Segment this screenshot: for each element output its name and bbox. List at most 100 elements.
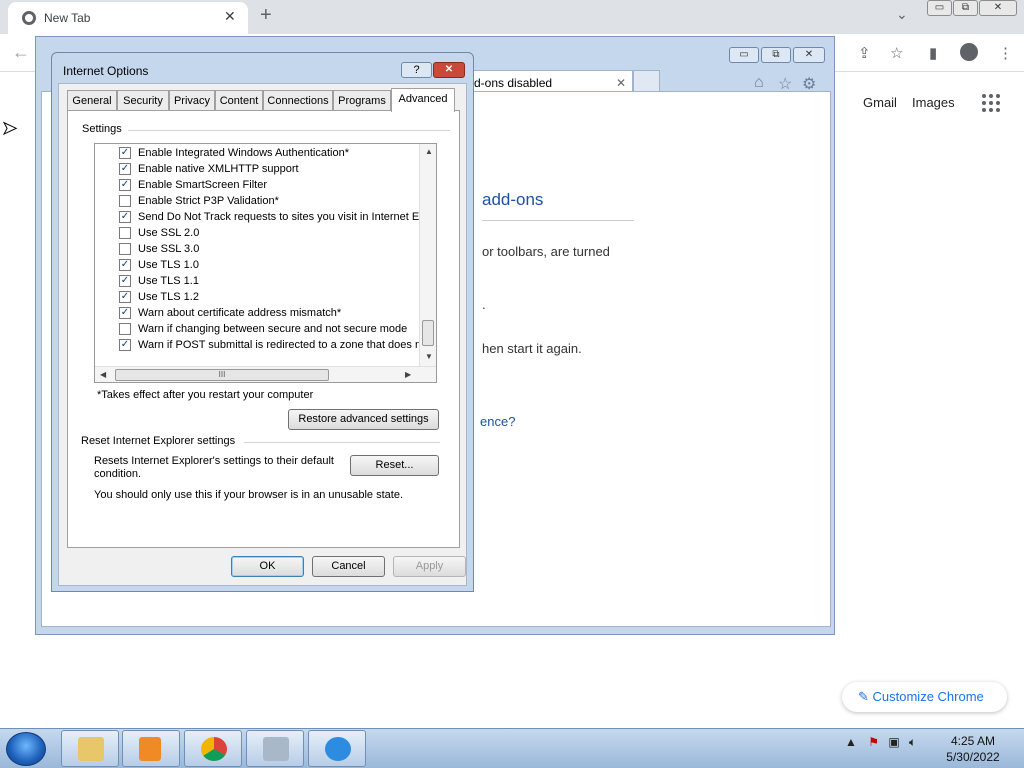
reset-button[interactable]: Reset...: [350, 455, 439, 476]
setting-checkbox[interactable]: ✓: [119, 307, 131, 319]
dialog-body: General Security Privacy Content Connect…: [58, 83, 467, 586]
advanced-setting-row[interactable]: Use SSL 2.0: [95, 225, 419, 241]
side-panel-icon[interactable]: ▮: [929, 44, 937, 62]
setting-checkbox[interactable]: [119, 195, 131, 207]
scroll-right-arrow-icon[interactable]: ▶: [405, 370, 411, 379]
reset-description: Resets Internet Explorer's settings to t…: [94, 455, 334, 480]
horizontal-scroll-thumb[interactable]: III: [115, 369, 329, 381]
tab-advanced[interactable]: Advanced: [391, 88, 455, 112]
profile-avatar-icon[interactable]: [960, 43, 978, 61]
chrome-close-button[interactable]: ✕: [979, 0, 1017, 16]
pencil-icon: ✎: [858, 689, 873, 704]
reset-group-divider: [244, 442, 440, 443]
advanced-setting-row[interactable]: Enable Strict P3P Validation*: [95, 193, 419, 209]
setting-label: Use TLS 1.2: [138, 291, 199, 303]
setting-label: Use SSL 3.0: [138, 243, 200, 255]
restore-advanced-settings-button[interactable]: Restore advanced settings: [288, 409, 439, 430]
taskbar-chrome[interactable]: [184, 730, 242, 767]
advanced-setting-row[interactable]: Warn if changing between secure and not …: [95, 321, 419, 337]
tab-connections[interactable]: Connections: [263, 90, 333, 111]
setting-checkbox[interactable]: ✓: [119, 275, 131, 287]
setting-label: Warn if POST submittal is redirected to …: [138, 339, 419, 351]
setting-label: Enable native XMLHTTP support: [138, 163, 299, 175]
ie-text-line-2: .: [482, 297, 486, 312]
advanced-setting-row[interactable]: ✓ Enable SmartScreen Filter: [95, 177, 419, 193]
ie-minimize-button[interactable]: ▭: [729, 47, 759, 63]
customize-chrome-label: Customize Chrome: [872, 689, 984, 704]
chrome-restore-button[interactable]: ⧉: [953, 0, 978, 16]
advanced-setting-row[interactable]: ✓ Send Do Not Track requests to sites you…: [95, 209, 419, 225]
setting-checkbox[interactable]: ✓: [119, 259, 131, 271]
apply-button[interactable]: Apply: [393, 556, 466, 577]
setting-checkbox[interactable]: [119, 323, 131, 335]
setting-checkbox[interactable]: ✓: [119, 179, 131, 191]
dialog-close-button[interactable]: ✕: [433, 62, 465, 78]
home-icon[interactable]: ⌂: [754, 74, 764, 92]
folder-icon: [78, 737, 104, 761]
volume-icon[interactable]: 🔈︎: [909, 735, 916, 749]
advanced-setting-row[interactable]: ✓ Warn if POST submittal is redirected to…: [95, 337, 419, 353]
scroll-left-arrow-icon[interactable]: ◀: [100, 370, 106, 379]
start-button-windows-logo-icon[interactable]: [6, 732, 46, 766]
chrome-menu-icon[interactable]: ⋮: [998, 44, 1013, 62]
setting-label: Use TLS 1.0: [138, 259, 199, 271]
advanced-settings-list[interactable]: ✓ Enable Integrated Windows Authenticatio…: [94, 143, 437, 383]
action-center-flag-icon[interactable]: ⚑: [868, 735, 879, 749]
setting-checkbox[interactable]: [119, 227, 131, 239]
share-icon[interactable]: ⇪: [858, 44, 871, 62]
customize-chrome-button[interactable]: ✎ Customize Chrome: [842, 682, 1007, 712]
ie-close-button[interactable]: ✕: [793, 47, 825, 63]
setting-checkbox[interactable]: [119, 243, 131, 255]
horizontal-scrollbar[interactable]: ◀ III ▶: [95, 366, 436, 382]
tab-privacy[interactable]: Privacy: [169, 90, 215, 111]
advanced-setting-row[interactable]: ✓ Warn about certificate address mismatch…: [95, 305, 419, 321]
advanced-tab-panel: Settings ✓ Enable Integrated Windows Auth…: [67, 110, 460, 548]
chrome-tab-close-icon[interactable]: ✕: [224, 8, 236, 25]
setting-checkbox[interactable]: ✓: [119, 339, 131, 351]
tab-security[interactable]: Security: [117, 90, 169, 111]
scroll-up-arrow-icon[interactable]: ▲: [425, 147, 433, 156]
chrome-tab-new-tab[interactable]: New Tab ✕: [8, 2, 248, 34]
advanced-setting-row[interactable]: ✓ Use TLS 1.2: [95, 289, 419, 305]
setting-checkbox[interactable]: ✓: [119, 163, 131, 175]
google-apps-icon[interactable]: [982, 94, 1000, 112]
ie-page-heading: add-ons: [482, 190, 544, 209]
advanced-setting-row[interactable]: ✓ Use TLS 1.0: [95, 257, 419, 273]
taskbar-clock[interactable]: 4:25 AM 5/30/2022: [938, 733, 1008, 765]
ie-restore-button[interactable]: ⧉: [761, 47, 791, 63]
scroll-down-arrow-icon[interactable]: ▼: [425, 352, 433, 361]
back-arrow-icon[interactable]: ←: [12, 42, 30, 63]
advanced-setting-row[interactable]: ✓ Use TLS 1.1: [95, 273, 419, 289]
ie-help-link[interactable]: ence?: [480, 414, 515, 429]
bookmark-star-icon[interactable]: ☆: [890, 44, 903, 62]
images-link[interactable]: Images: [912, 95, 955, 110]
advanced-setting-row[interactable]: Use SSL 3.0: [95, 241, 419, 257]
setting-checkbox[interactable]: ✓: [119, 147, 131, 159]
taskbar-settings-tool[interactable]: [246, 730, 304, 767]
mouse-cursor-icon: ➤: [1, 118, 18, 139]
tab-search-chevron-icon[interactable]: ⌄: [896, 6, 908, 23]
ok-button[interactable]: OK: [231, 556, 304, 577]
taskbar-media-player[interactable]: [122, 730, 180, 767]
advanced-setting-row[interactable]: ✓ Enable native XMLHTTP support: [95, 161, 419, 177]
taskbar-explorer[interactable]: [61, 730, 119, 767]
vertical-scrollbar[interactable]: ▲ ▼: [419, 144, 436, 366]
show-hidden-icons-icon[interactable]: ▲: [845, 735, 857, 749]
tab-programs[interactable]: Programs: [333, 90, 391, 111]
gmail-link[interactable]: Gmail: [863, 95, 897, 110]
chrome-icon: [201, 737, 227, 761]
setting-checkbox[interactable]: ✓: [119, 211, 131, 223]
vertical-scroll-thumb[interactable]: [422, 320, 434, 346]
setting-label: Send Do Not Track requests to sites you …: [138, 211, 419, 223]
cancel-button[interactable]: Cancel: [312, 556, 385, 577]
advanced-setting-row[interactable]: ✓ Enable Integrated Windows Authenticatio…: [95, 145, 419, 161]
taskbar-internet-explorer[interactable]: [308, 730, 366, 767]
tab-content[interactable]: Content: [215, 90, 263, 111]
setting-checkbox[interactable]: ✓: [119, 291, 131, 303]
new-tab-button[interactable]: +: [260, 4, 272, 27]
tab-general[interactable]: General: [67, 90, 117, 111]
internet-explorer-icon: [325, 737, 351, 761]
chrome-minimize-button[interactable]: ▭: [927, 0, 952, 16]
network-icon[interactable]: ▣: [888, 735, 899, 749]
help-button[interactable]: ?: [401, 62, 432, 78]
